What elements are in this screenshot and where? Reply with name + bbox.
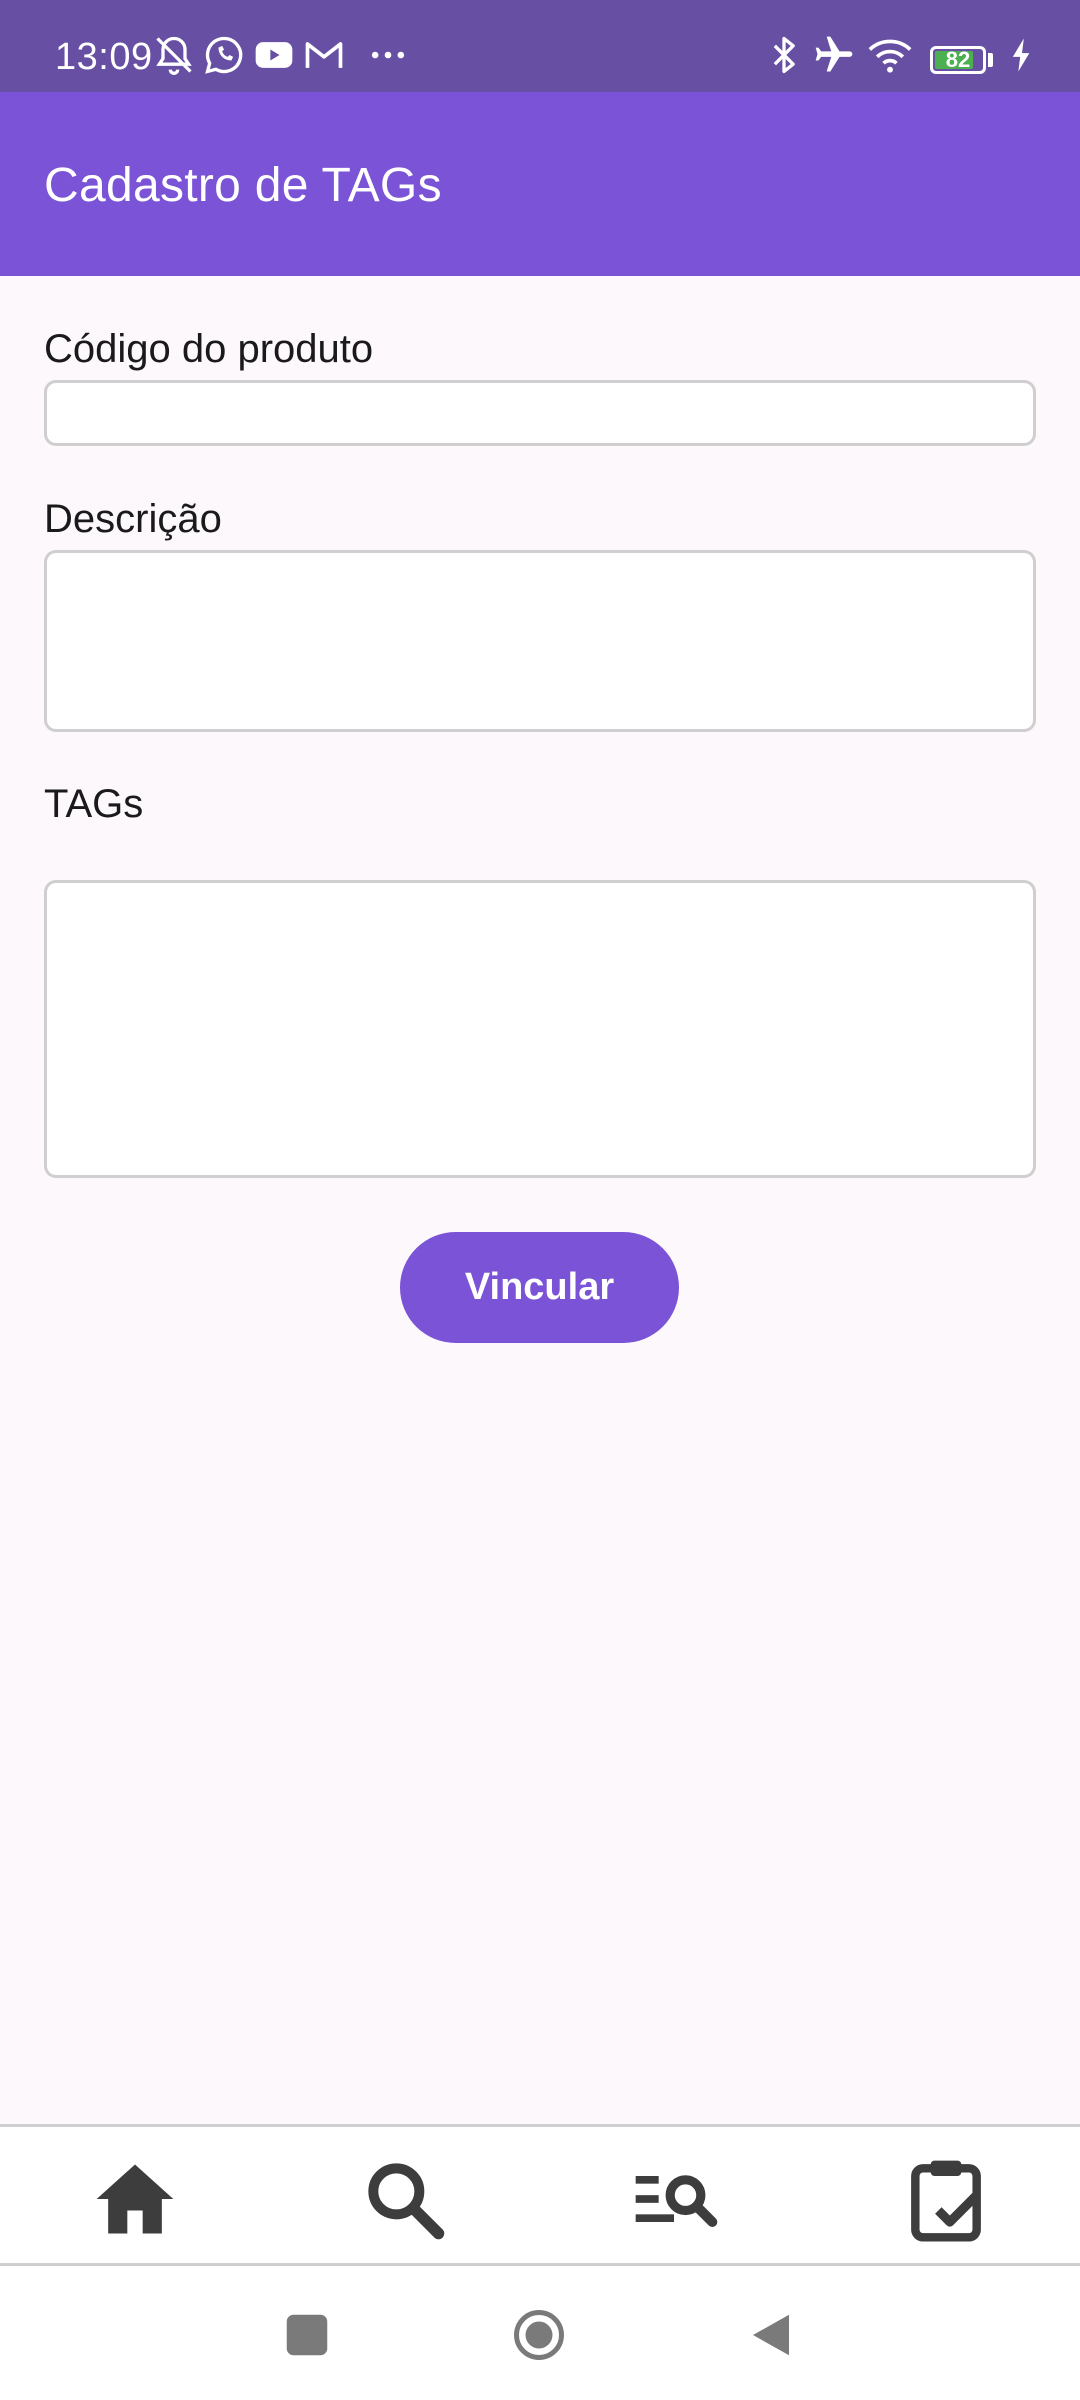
description-input[interactable]: [44, 550, 1036, 732]
charging-icon: [1012, 38, 1030, 72]
recents-icon[interactable]: [280, 2308, 334, 2362]
more-dots-icon: [371, 51, 405, 59]
battery-icon: 82: [930, 46, 986, 74]
whatsapp-icon: [205, 36, 243, 74]
status-time: 13:09: [55, 36, 153, 78]
product-code-label: Código do produto: [44, 327, 374, 371]
search-icon[interactable]: [358, 2153, 450, 2245]
battery-cap: [988, 53, 993, 67]
app-bar: Cadastro de TAGs: [0, 92, 1080, 276]
back-icon[interactable]: [744, 2308, 798, 2362]
home-circle-icon[interactable]: [512, 2308, 566, 2362]
wifi-icon: [868, 39, 912, 73]
tags-input[interactable]: [44, 880, 1036, 1178]
product-code-input[interactable]: [44, 380, 1036, 446]
youtube-icon: [255, 42, 293, 68]
bluetooth-icon: [773, 36, 795, 74]
home-icon[interactable]: [89, 2153, 181, 2245]
gmail-icon: [305, 42, 343, 68]
tags-label: TAGs: [44, 782, 144, 826]
list-search-icon[interactable]: [628, 2153, 720, 2245]
muted-bell-icon: [156, 36, 192, 75]
battery-level-text: 82: [945, 47, 971, 72]
clipboard-check-icon[interactable]: [900, 2153, 992, 2245]
link-button[interactable]: Vincular: [400, 1232, 679, 1343]
airplane-icon: [815, 36, 853, 72]
description-label: Descrição: [44, 497, 222, 541]
bottom-navigation: [0, 2124, 1080, 2266]
status-bar: 13:09 82: [0, 0, 1080, 92]
system-navigation: [0, 2266, 1080, 2400]
page-title: Cadastro de TAGs: [44, 159, 442, 212]
